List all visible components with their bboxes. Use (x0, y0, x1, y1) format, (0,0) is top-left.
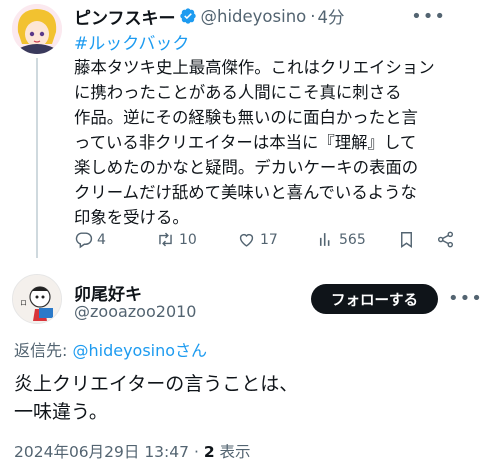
bookmark-button[interactable] (397, 230, 420, 249)
tweet1-line: っている非クリエイターは本当に『理解』して (74, 133, 417, 152)
tweet1-display-name[interactable]: ピンフスキー (74, 4, 176, 29)
tweet1-body: 藤本タツキ史上最高傑作。これはクリエイション に携わったことがある人間にこそ真に… (74, 55, 474, 230)
tweet2-view-count: 2 (203, 443, 215, 461)
svg-text:ロ: ロ (20, 299, 27, 307)
share-button[interactable] (436, 230, 459, 249)
tweet1-hashtag[interactable]: #ルックバック (74, 29, 189, 54)
like-count: 17 (260, 231, 278, 248)
avatar-pinfusky[interactable] (12, 4, 62, 54)
views-button[interactable]: 565 (316, 230, 366, 249)
retweet-icon (159, 232, 172, 247)
follow-button[interactable]: フォローする (311, 284, 438, 314)
views-icon (319, 233, 330, 246)
meta-separator: · (193, 443, 199, 461)
views-count: 565 (339, 231, 366, 248)
tweet1-handle[interactable]: @hideyosino (201, 7, 307, 26)
share-icon (437, 231, 454, 248)
verified-badge-icon (179, 7, 197, 25)
tweet1-line: 藤本タツキ史上最高傑作。これはクリエイション (74, 58, 435, 77)
tweet1-line: 楽しめたのかなと疑問。デカいケーキの表面の (74, 158, 419, 177)
tweet2-line: 炎上クリエイターの言うことは、 (14, 373, 299, 395)
like-icon (239, 233, 254, 247)
tweet1-line: に携わったことがある人間にこそ真に刺さる (74, 83, 402, 102)
tweet2-body: 炎上クリエイターの言うことは、 一味違う。 (14, 370, 298, 426)
tweet2-handle[interactable]: @zooazoo2010 (74, 302, 196, 321)
tweet1-header: ピンフスキー @hideyosino · 4分 ••• (74, 4, 460, 29)
tweet1-line: 印象を受ける。 (74, 208, 189, 227)
bookmark-icon (401, 232, 412, 248)
reply-to-prefix: 返信先: (14, 341, 73, 360)
reply-count: 4 (97, 231, 106, 248)
reply-icon (75, 232, 93, 249)
tweet1-line: クリームだけ舐めて美味いと喜んでいるような (74, 183, 417, 202)
more-options-icon[interactable]: ••• (411, 6, 446, 27)
reply-to-line: 返信先: @hideyosinoさん (14, 337, 207, 361)
like-button[interactable]: 17 (237, 230, 278, 249)
tweet2-line: 一味違う。 (14, 401, 108, 423)
thread-connector-line (36, 58, 38, 258)
reply-to-handle[interactable]: @hideyosino (72, 341, 175, 360)
tweet1-time[interactable]: 4分 (318, 4, 345, 28)
reply-button[interactable]: 4 (74, 230, 106, 249)
avatar-zooazoo[interactable]: ロ (12, 274, 62, 324)
retweet-count: 10 (179, 231, 197, 248)
tweet1-separator: · (310, 6, 316, 26)
tweet2-meta: 2024年06月29日 13:47 · 2 表示 (14, 440, 251, 462)
tweet1-line: 作品。逆にその経験も無いのに面白かったと言 (74, 108, 418, 127)
reply-to-suffix[interactable]: さん (175, 341, 207, 360)
retweet-button[interactable]: 10 (156, 230, 197, 249)
tweet2-view-label: 表示 (214, 443, 251, 461)
more-options-icon[interactable]: ••• (448, 288, 480, 309)
tweet1-action-bar: 4 10 17 565 (74, 230, 462, 254)
tweet2-date[interactable]: 2024年06月29日 13:47 (14, 443, 189, 461)
